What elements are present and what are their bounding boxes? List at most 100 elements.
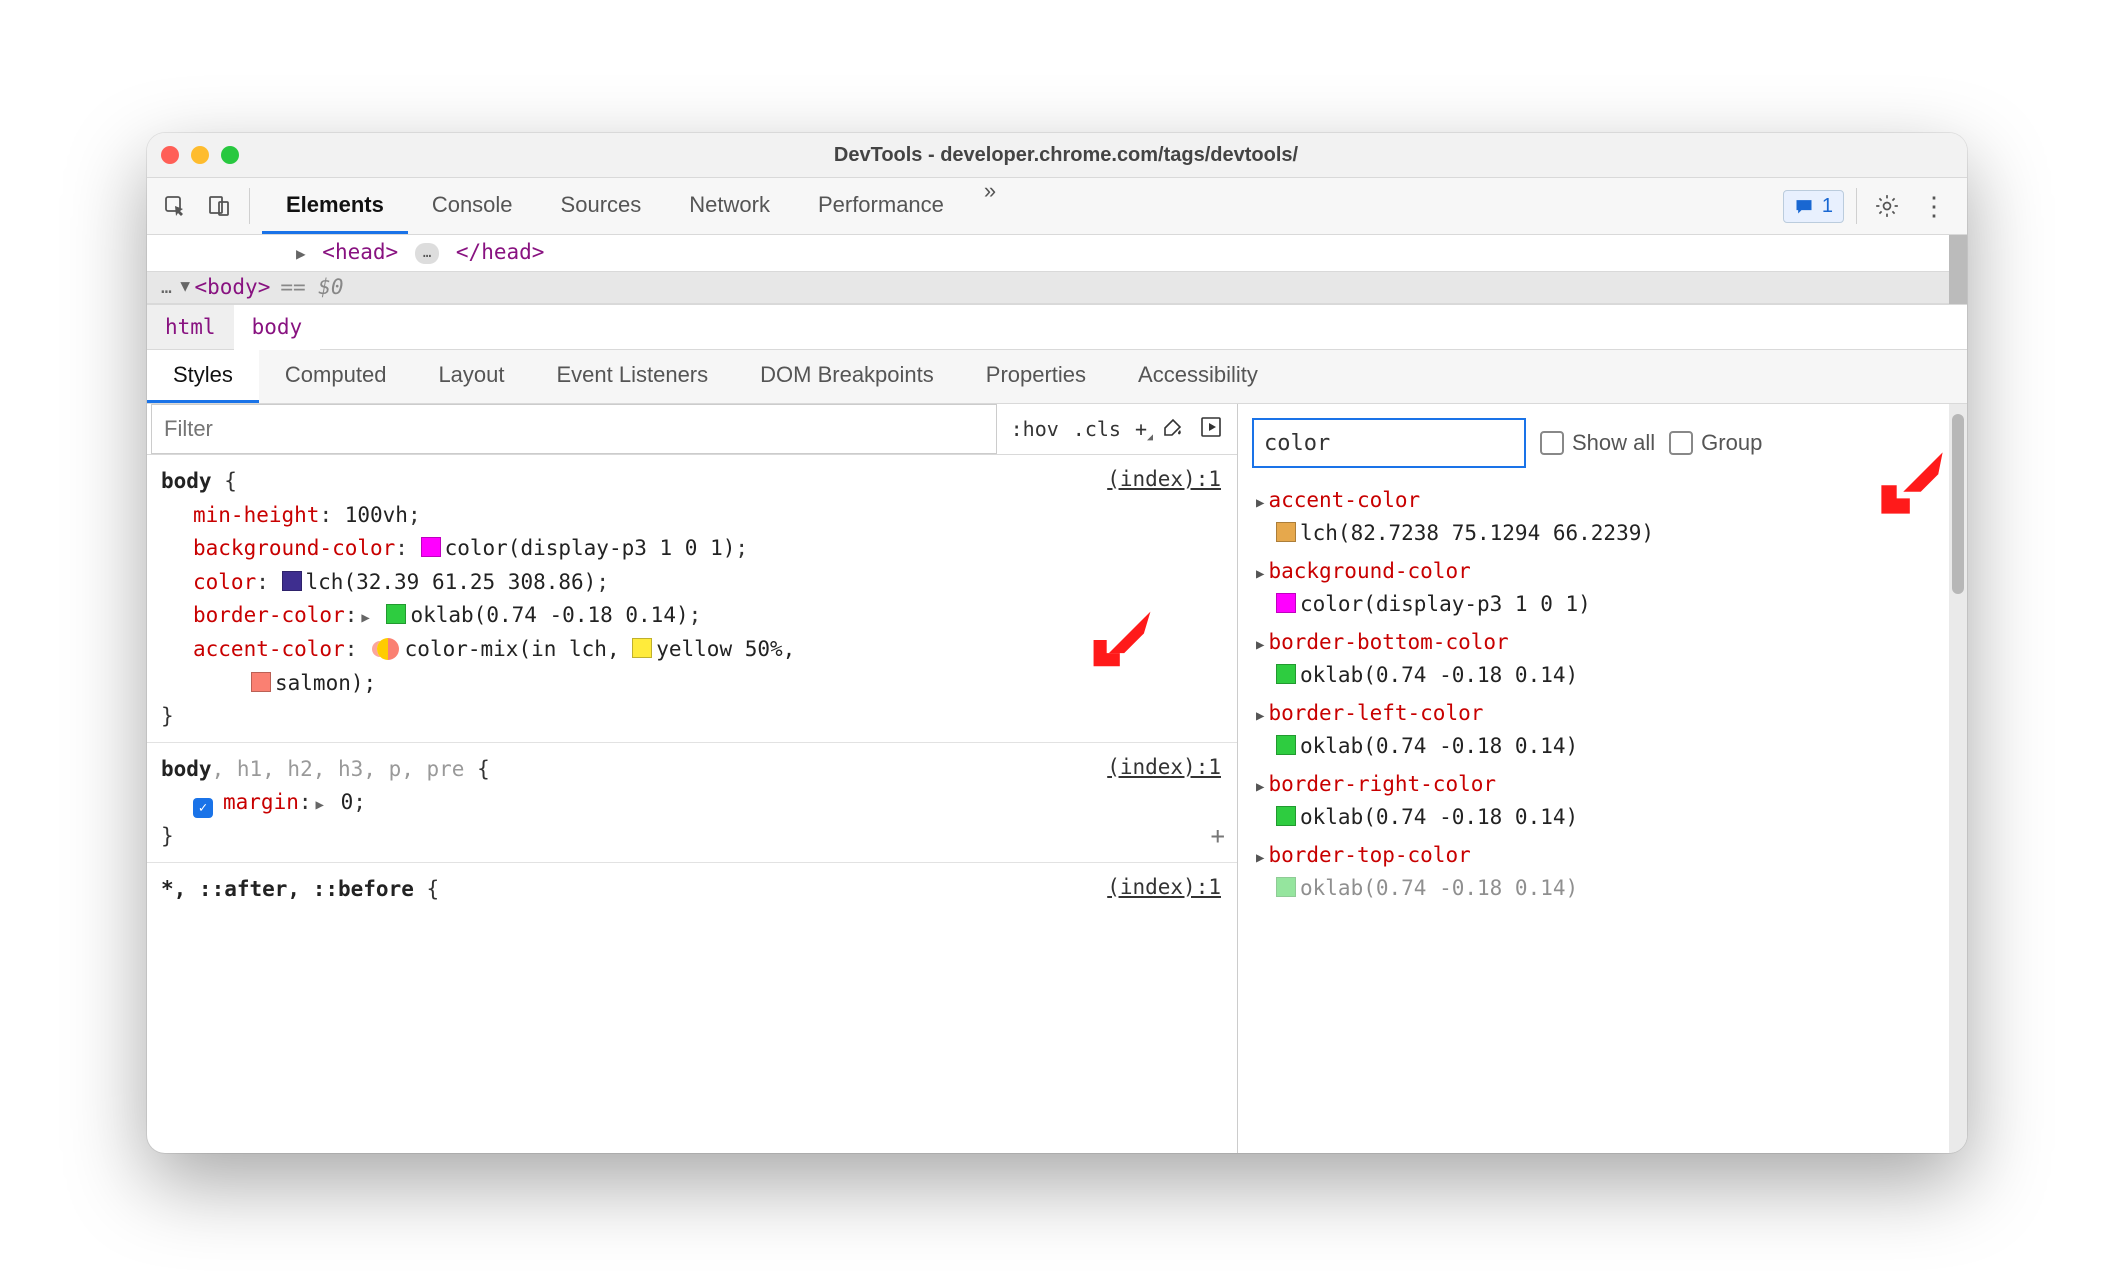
computed-pane: Show all Group ▶accent-color lch(82.7238… xyxy=(1238,404,1967,1153)
tab-properties[interactable]: Properties xyxy=(960,350,1112,403)
color-swatch-icon[interactable] xyxy=(421,537,441,557)
computed-filter-row: Show all Group xyxy=(1238,404,1967,482)
tab-sources[interactable]: Sources xyxy=(537,178,666,234)
styles-filter-row: :hov .cls + xyxy=(147,404,1237,455)
add-declaration-icon[interactable]: + xyxy=(1211,817,1225,855)
color-swatch-icon[interactable] xyxy=(1276,877,1296,897)
color-swatch-icon[interactable] xyxy=(1276,593,1296,613)
crumb-body[interactable]: body xyxy=(234,305,321,349)
more-tabs-icon[interactable]: » xyxy=(968,178,1012,234)
scrollbar-thumb[interactable] xyxy=(1952,414,1964,594)
computed-filter-input[interactable] xyxy=(1252,418,1526,468)
expand-triangle-icon[interactable]: ▶ xyxy=(361,607,369,629)
prop-accent-color[interactable]: accent-color xyxy=(193,637,345,661)
group-checkbox[interactable]: Group xyxy=(1669,430,1762,456)
styles-subtabs: Styles Computed Layout Event Listeners D… xyxy=(147,350,1967,404)
tab-console[interactable]: Console xyxy=(408,178,537,234)
scrollbar[interactable] xyxy=(1949,404,1967,1153)
inspect-element-icon[interactable] xyxy=(157,188,193,224)
tab-styles[interactable]: Styles xyxy=(147,350,259,403)
color-swatch-icon[interactable] xyxy=(1276,735,1296,755)
devtools-window: DevTools - developer.chrome.com/tags/dev… xyxy=(147,133,1967,1153)
close-window-icon[interactable] xyxy=(161,146,179,164)
main-tabs: Elements Console Sources Network Perform… xyxy=(262,178,1012,234)
style-rules: (index):1 body { min-height: 100vh; back… xyxy=(147,455,1237,1153)
prop-margin[interactable]: margin xyxy=(223,790,299,814)
expand-triangle-icon[interactable]: ▶ xyxy=(1256,566,1264,582)
dom-tree[interactable]: ▶ <head> … </head> … ▶ <body> == $0 xyxy=(147,235,1967,305)
color-swatch-icon[interactable] xyxy=(251,672,271,692)
annotation-arrow-icon xyxy=(1087,605,1157,686)
tab-computed[interactable]: Computed xyxy=(259,350,413,403)
style-rule-body[interactable]: (index):1 body { min-height: 100vh; back… xyxy=(147,455,1237,743)
tab-layout[interactable]: Layout xyxy=(412,350,530,403)
tab-network[interactable]: Network xyxy=(665,178,794,234)
crumb-html[interactable]: html xyxy=(147,305,234,349)
prop-border-color[interactable]: border-color xyxy=(193,603,345,627)
annotation-arrow-icon xyxy=(1877,448,1947,524)
window-title: DevTools - developer.chrome.com/tags/dev… xyxy=(179,144,1953,167)
dom-tag-body-open[interactable]: <body> xyxy=(194,272,270,304)
color-swatch-icon[interactable] xyxy=(282,571,302,591)
computed-item[interactable]: ▶border-bottom-color oklab(0.74 -0.18 0.… xyxy=(1246,624,1963,695)
computed-item[interactable]: ▶border-top-color oklab(0.74 -0.18 0.14) xyxy=(1246,837,1963,908)
tab-elements[interactable]: Elements xyxy=(262,178,408,234)
dom-tag-head-open[interactable]: <head> xyxy=(322,240,398,264)
paint-bucket-icon[interactable] xyxy=(1161,415,1185,444)
play-in-box-icon[interactable] xyxy=(1199,415,1223,444)
cls-toggle-button[interactable]: .cls xyxy=(1073,417,1121,441)
separator xyxy=(249,188,250,224)
prop-color[interactable]: color xyxy=(193,570,256,594)
settings-gear-icon[interactable] xyxy=(1869,188,1905,224)
computed-list: ▶accent-color lch(82.7238 75.1294 66.223… xyxy=(1238,482,1967,921)
hov-toggle-button[interactable]: :hov xyxy=(1011,417,1059,441)
rule-source-link[interactable]: (index):1 xyxy=(1107,871,1221,905)
style-rule-universal[interactable]: (index):1 *, ::after, ::before { xyxy=(147,863,1237,915)
expand-triangle-icon[interactable]: ▶ xyxy=(316,794,324,816)
tab-dom-breakpoints[interactable]: DOM Breakpoints xyxy=(734,350,960,403)
styles-filter-input[interactable] xyxy=(151,404,997,454)
rule-selector-dim[interactable]: *, ::after, ::before xyxy=(161,877,414,901)
color-mix-swatch-icon[interactable] xyxy=(377,638,399,660)
scrollbar[interactable] xyxy=(1949,235,1967,304)
breadcrumb: html body xyxy=(147,305,1967,350)
expand-triangle-icon[interactable]: ▶ xyxy=(296,244,306,263)
title-bar: DevTools - developer.chrome.com/tags/dev… xyxy=(147,133,1967,178)
computed-item[interactable]: ▶background-color color(display-p3 1 0 1… xyxy=(1246,553,1963,624)
expand-triangle-icon[interactable]: ▶ xyxy=(1256,708,1264,724)
color-swatch-icon[interactable] xyxy=(1276,806,1296,826)
show-all-checkbox[interactable]: Show all xyxy=(1540,430,1655,456)
rule-selector-dim[interactable]: , h1, h2, h3, p, pre xyxy=(212,757,465,781)
issues-count: 1 xyxy=(1822,195,1833,218)
issues-badge[interactable]: 1 xyxy=(1783,190,1844,223)
prop-enabled-checkbox[interactable]: ✓ xyxy=(193,798,213,818)
collapse-triangle-icon[interactable]: ▶ xyxy=(174,282,198,292)
expand-triangle-icon[interactable]: ▶ xyxy=(1256,779,1264,795)
device-toolbar-icon[interactable] xyxy=(201,188,237,224)
computed-item[interactable]: ▶border-right-color oklab(0.74 -0.18 0.1… xyxy=(1246,766,1963,837)
new-style-rule-button[interactable]: + xyxy=(1135,417,1147,441)
more-menu-icon[interactable]: ⋮ xyxy=(1913,191,1957,222)
expand-pill-icon[interactable]: … xyxy=(415,243,439,264)
color-swatch-icon[interactable] xyxy=(386,604,406,624)
rule-selector[interactable]: body xyxy=(161,469,212,493)
expand-triangle-icon[interactable]: ▶ xyxy=(1256,637,1264,653)
color-swatch-icon[interactable] xyxy=(632,638,652,658)
dom-ellipsis-icon[interactable]: … xyxy=(161,274,173,301)
expand-triangle-icon[interactable]: ▶ xyxy=(1256,850,1264,866)
prop-background-color[interactable]: background-color xyxy=(193,536,395,560)
prop-min-height[interactable]: min-height xyxy=(193,503,319,527)
style-rule-body-group[interactable]: (index):1 body, h1, h2, h3, p, pre { ✓ma… xyxy=(147,743,1237,863)
separator xyxy=(1856,188,1857,224)
computed-item[interactable]: ▶border-left-color oklab(0.74 -0.18 0.14… xyxy=(1246,695,1963,766)
expand-triangle-icon[interactable]: ▶ xyxy=(1256,495,1264,511)
color-swatch-icon[interactable] xyxy=(1276,522,1296,542)
tab-performance[interactable]: Performance xyxy=(794,178,968,234)
tab-event-listeners[interactable]: Event Listeners xyxy=(531,350,735,403)
rule-source-link[interactable]: (index):1 xyxy=(1107,463,1221,497)
tab-accessibility[interactable]: Accessibility xyxy=(1112,350,1284,403)
color-swatch-icon[interactable] xyxy=(1276,664,1296,684)
computed-item[interactable]: ▶accent-color lch(82.7238 75.1294 66.223… xyxy=(1246,482,1963,553)
rule-selector[interactable]: body xyxy=(161,757,212,781)
rule-source-link[interactable]: (index):1 xyxy=(1107,751,1221,785)
